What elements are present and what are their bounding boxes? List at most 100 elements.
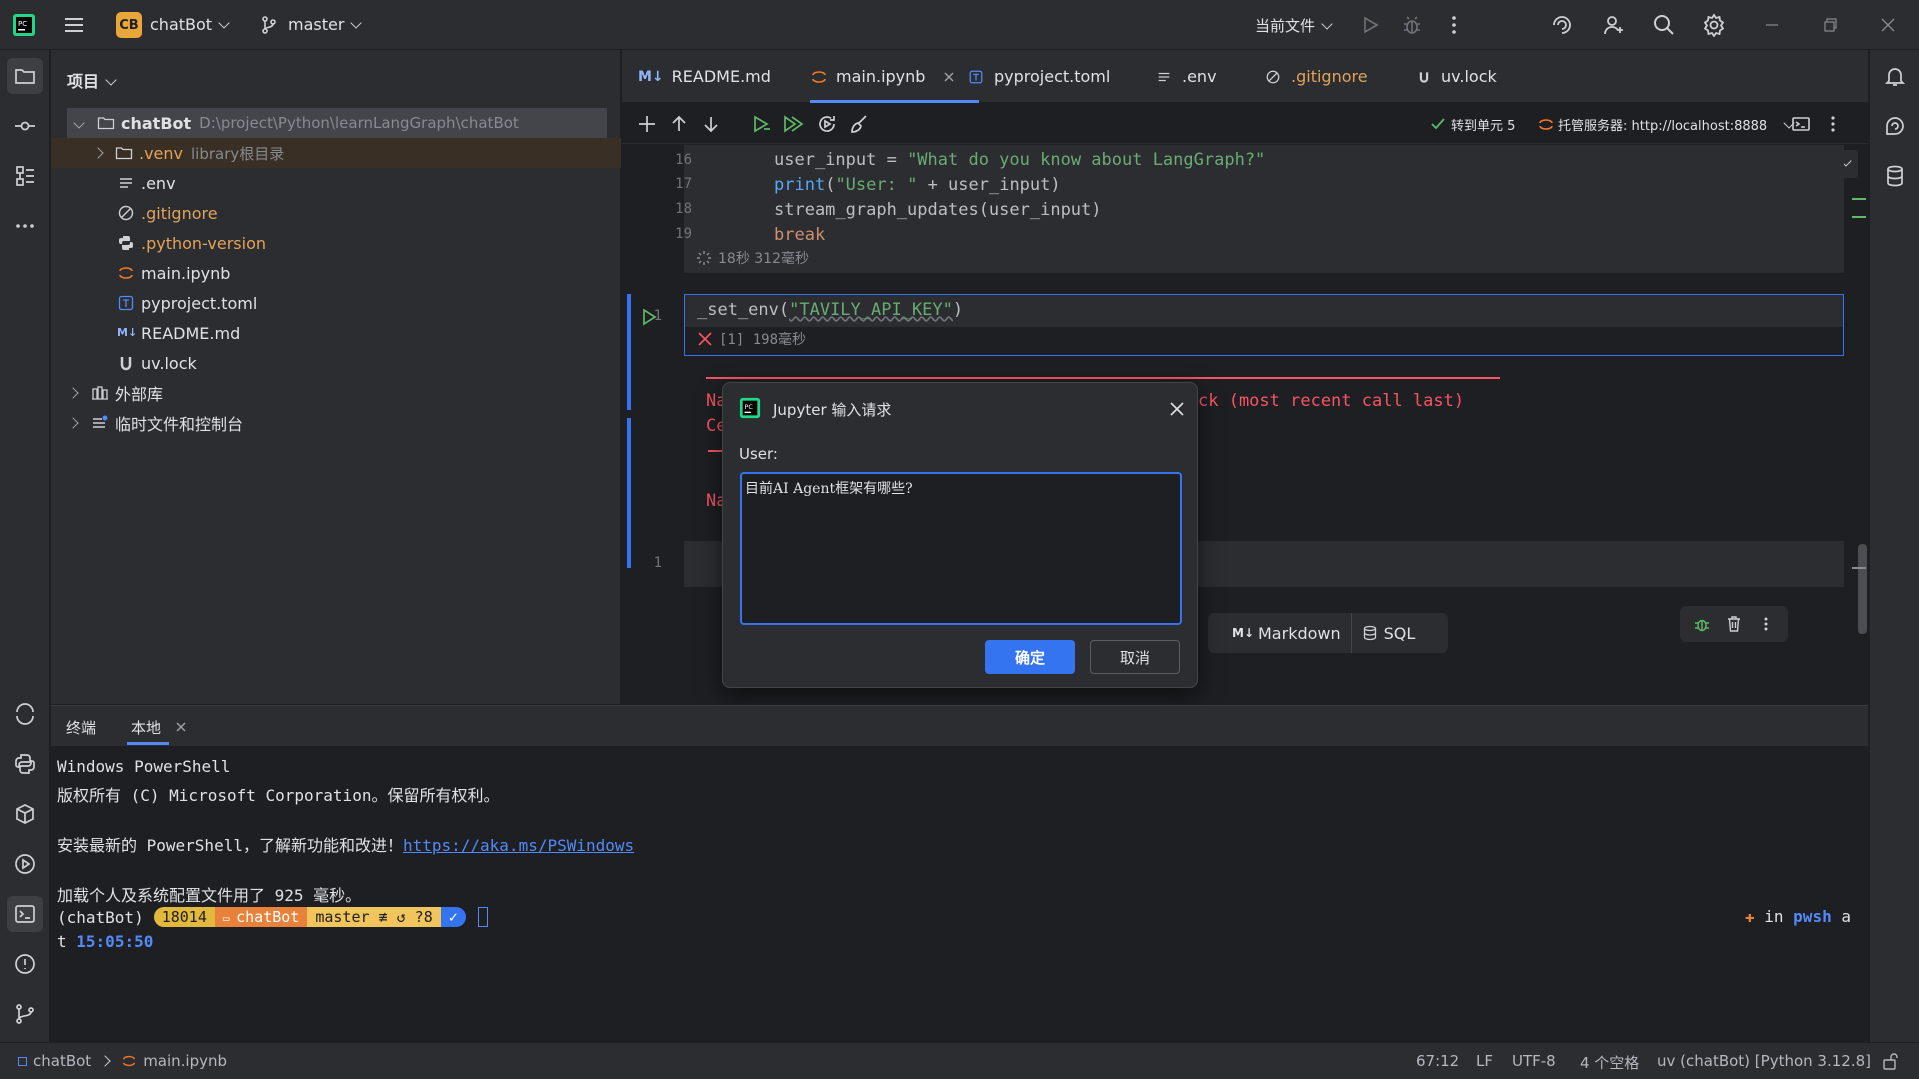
code-line-16[interactable]: user_input = "What do you know about Lan… bbox=[774, 150, 1265, 170]
root-folder-name: chatBot bbox=[121, 113, 192, 133]
clear-outputs-icon[interactable] bbox=[848, 113, 870, 135]
main-menu-icon[interactable] bbox=[62, 13, 86, 37]
tab-readme[interactable]: M↓ README.md bbox=[638, 50, 771, 103]
terminal-icon[interactable] bbox=[13, 902, 37, 926]
breadcrumb-project[interactable]: chatBot bbox=[33, 1052, 91, 1070]
terminal-cursor[interactable] bbox=[477, 907, 488, 927]
cancel-button[interactable]: 取消 bbox=[1090, 640, 1180, 674]
python-interpreter[interactable]: uv (chatBot) [Python 3.12.8] bbox=[1657, 1052, 1871, 1070]
database-icon[interactable] bbox=[1883, 164, 1907, 188]
line-separator[interactable]: LF bbox=[1476, 1052, 1493, 1070]
prompt-pid: 18014 bbox=[153, 907, 215, 927]
minimize-icon[interactable] bbox=[1760, 13, 1784, 37]
tab-env[interactable]: .env bbox=[1156, 50, 1217, 103]
move-down-icon[interactable] bbox=[700, 113, 722, 135]
tree-item-root[interactable]: chatBot D:\project\Python\learnLangGraph… bbox=[67, 108, 607, 138]
code-line-17[interactable]: print("User: " + user_input) bbox=[774, 175, 1061, 195]
project-folder-icon[interactable] bbox=[13, 64, 37, 88]
add-cell-icon[interactable] bbox=[636, 113, 658, 135]
more-vertical-icon[interactable] bbox=[1822, 113, 1844, 135]
terminal-tool-title[interactable]: 终端 bbox=[66, 717, 96, 738]
more-vertical-icon[interactable] bbox=[1442, 13, 1466, 37]
commit-icon[interactable] bbox=[13, 114, 37, 138]
tree-item-scratches[interactable]: 临时文件和控制台 bbox=[51, 408, 621, 438]
debug-icon[interactable] bbox=[1400, 13, 1424, 37]
project-panel-header[interactable]: 项目 bbox=[67, 68, 117, 92]
move-up-icon[interactable] bbox=[668, 113, 690, 135]
project-switcher[interactable]: chatBot bbox=[150, 15, 230, 34]
breadcrumb-file[interactable]: main.ipynb bbox=[143, 1052, 227, 1070]
file-encoding[interactable]: UTF-8 bbox=[1512, 1052, 1556, 1070]
caret-position[interactable]: 67:12 bbox=[1416, 1052, 1459, 1070]
restore-icon[interactable] bbox=[1818, 13, 1842, 37]
close-tab-icon[interactable] bbox=[175, 721, 187, 733]
run-icon[interactable] bbox=[1358, 13, 1382, 37]
tree-item-gitignore[interactable]: .gitignore bbox=[51, 198, 621, 228]
close-tab-icon[interactable] bbox=[943, 71, 955, 83]
python-packages-icon[interactable] bbox=[13, 802, 37, 826]
close-dialog-icon[interactable] bbox=[1169, 401, 1185, 417]
powershell-link[interactable]: https://aka.ms/PSWindows bbox=[403, 836, 634, 855]
debug-cell-icon[interactable] bbox=[1693, 615, 1711, 633]
tab-pyproject[interactable]: pyproject.toml bbox=[968, 50, 1110, 103]
env-file-icon bbox=[1158, 72, 1170, 81]
pycharm-logo-icon[interactable]: PC bbox=[12, 13, 36, 37]
server-label: 托管服务器: http://localhost:8888 bbox=[1558, 119, 1768, 134]
search-icon[interactable] bbox=[1652, 13, 1676, 37]
branch-switcher[interactable]: master bbox=[288, 15, 363, 34]
run-config-label: 当前文件 bbox=[1255, 17, 1316, 35]
notebook-cell-1[interactable]: 16 17 18 19 user_input = "What do you kn… bbox=[675, 145, 1844, 273]
indent-setting[interactable]: 4 个空格 bbox=[1580, 1052, 1639, 1073]
problems-icon[interactable] bbox=[13, 952, 37, 976]
delete-cell-icon[interactable] bbox=[1725, 615, 1743, 633]
more-vertical-icon[interactable] bbox=[1757, 615, 1775, 633]
run-cell-icon[interactable] bbox=[750, 113, 772, 135]
restart-kernel-icon[interactable] bbox=[816, 113, 838, 135]
tree-item-pyproject[interactable]: pyproject.toml bbox=[51, 288, 621, 318]
terminal-line: Windows PowerShell bbox=[57, 757, 231, 776]
services-icon[interactable] bbox=[13, 702, 37, 726]
code-line-1[interactable]: _set_env("TAVILY_API_KEY") bbox=[697, 300, 963, 320]
code-line-19[interactable]: break bbox=[774, 225, 825, 245]
tree-item-venv[interactable]: .venv library根目录 bbox=[51, 138, 621, 168]
ok-button[interactable]: 确定 bbox=[985, 640, 1075, 674]
python-console-icon[interactable] bbox=[13, 752, 37, 776]
structure-icon[interactable] bbox=[13, 164, 37, 188]
code-line-18[interactable]: stream_graph_updates(user_input) bbox=[774, 200, 1102, 220]
tab-uv-lock[interactable]: uv.lock bbox=[1417, 50, 1497, 103]
input-label: User: bbox=[739, 445, 778, 463]
tree-item-python-version[interactable]: .python-version bbox=[51, 228, 621, 258]
variables-view-icon[interactable] bbox=[1790, 113, 1812, 135]
add-sql-cell-button[interactable]: SQL bbox=[1352, 624, 1426, 643]
ai-chat-icon[interactable] bbox=[1883, 114, 1907, 138]
jupyter-server-select[interactable]: 托管服务器: http://localhost:8888 bbox=[1558, 115, 1795, 134]
project-badge[interactable]: CB bbox=[116, 12, 142, 38]
cell-output-selection-bar bbox=[627, 418, 631, 568]
ai-assistant-icon[interactable] bbox=[1550, 13, 1574, 37]
lock-file-icon bbox=[1419, 71, 1429, 83]
user-input-field[interactable] bbox=[740, 472, 1182, 625]
tree-item-main-ipynb[interactable]: main.ipynb bbox=[51, 258, 621, 288]
notebook-cell-2[interactable]: _set_env("TAVILY_API_KEY") [1] 198毫秒 bbox=[684, 294, 1844, 356]
module-icon bbox=[18, 1056, 27, 1066]
tree-item-external-libs[interactable]: 外部库 bbox=[51, 378, 621, 408]
run-tool-icon[interactable] bbox=[13, 852, 37, 876]
add-markdown-cell-button[interactable]: M↓ Markdown bbox=[1208, 613, 1352, 653]
run-all-icon[interactable] bbox=[782, 113, 804, 135]
chevron-down-icon bbox=[218, 17, 230, 29]
tree-item-env[interactable]: .env bbox=[51, 168, 621, 198]
more-tools-icon[interactable] bbox=[13, 214, 37, 238]
goto-cell-button[interactable]: 转到单元 5 bbox=[1451, 115, 1515, 134]
read-only-toggle-icon[interactable] bbox=[1882, 1053, 1900, 1071]
editor-scrollbar[interactable] bbox=[1858, 544, 1867, 634]
notifications-bell-icon[interactable] bbox=[1883, 64, 1907, 88]
close-window-icon[interactable] bbox=[1876, 13, 1900, 37]
tree-item-readme[interactable]: M↓ README.md bbox=[51, 318, 621, 348]
tree-item-uv-lock[interactable]: uv.lock bbox=[51, 348, 621, 378]
run-config-select[interactable]: 当前文件 bbox=[1255, 15, 1333, 36]
tab-main-ipynb[interactable]: main.ipynb bbox=[810, 50, 980, 103]
settings-gear-icon[interactable] bbox=[1702, 13, 1726, 37]
tab-gitignore[interactable]: .gitignore bbox=[1265, 50, 1368, 103]
add-user-icon[interactable] bbox=[1602, 13, 1626, 37]
git-icon[interactable] bbox=[13, 1002, 37, 1026]
